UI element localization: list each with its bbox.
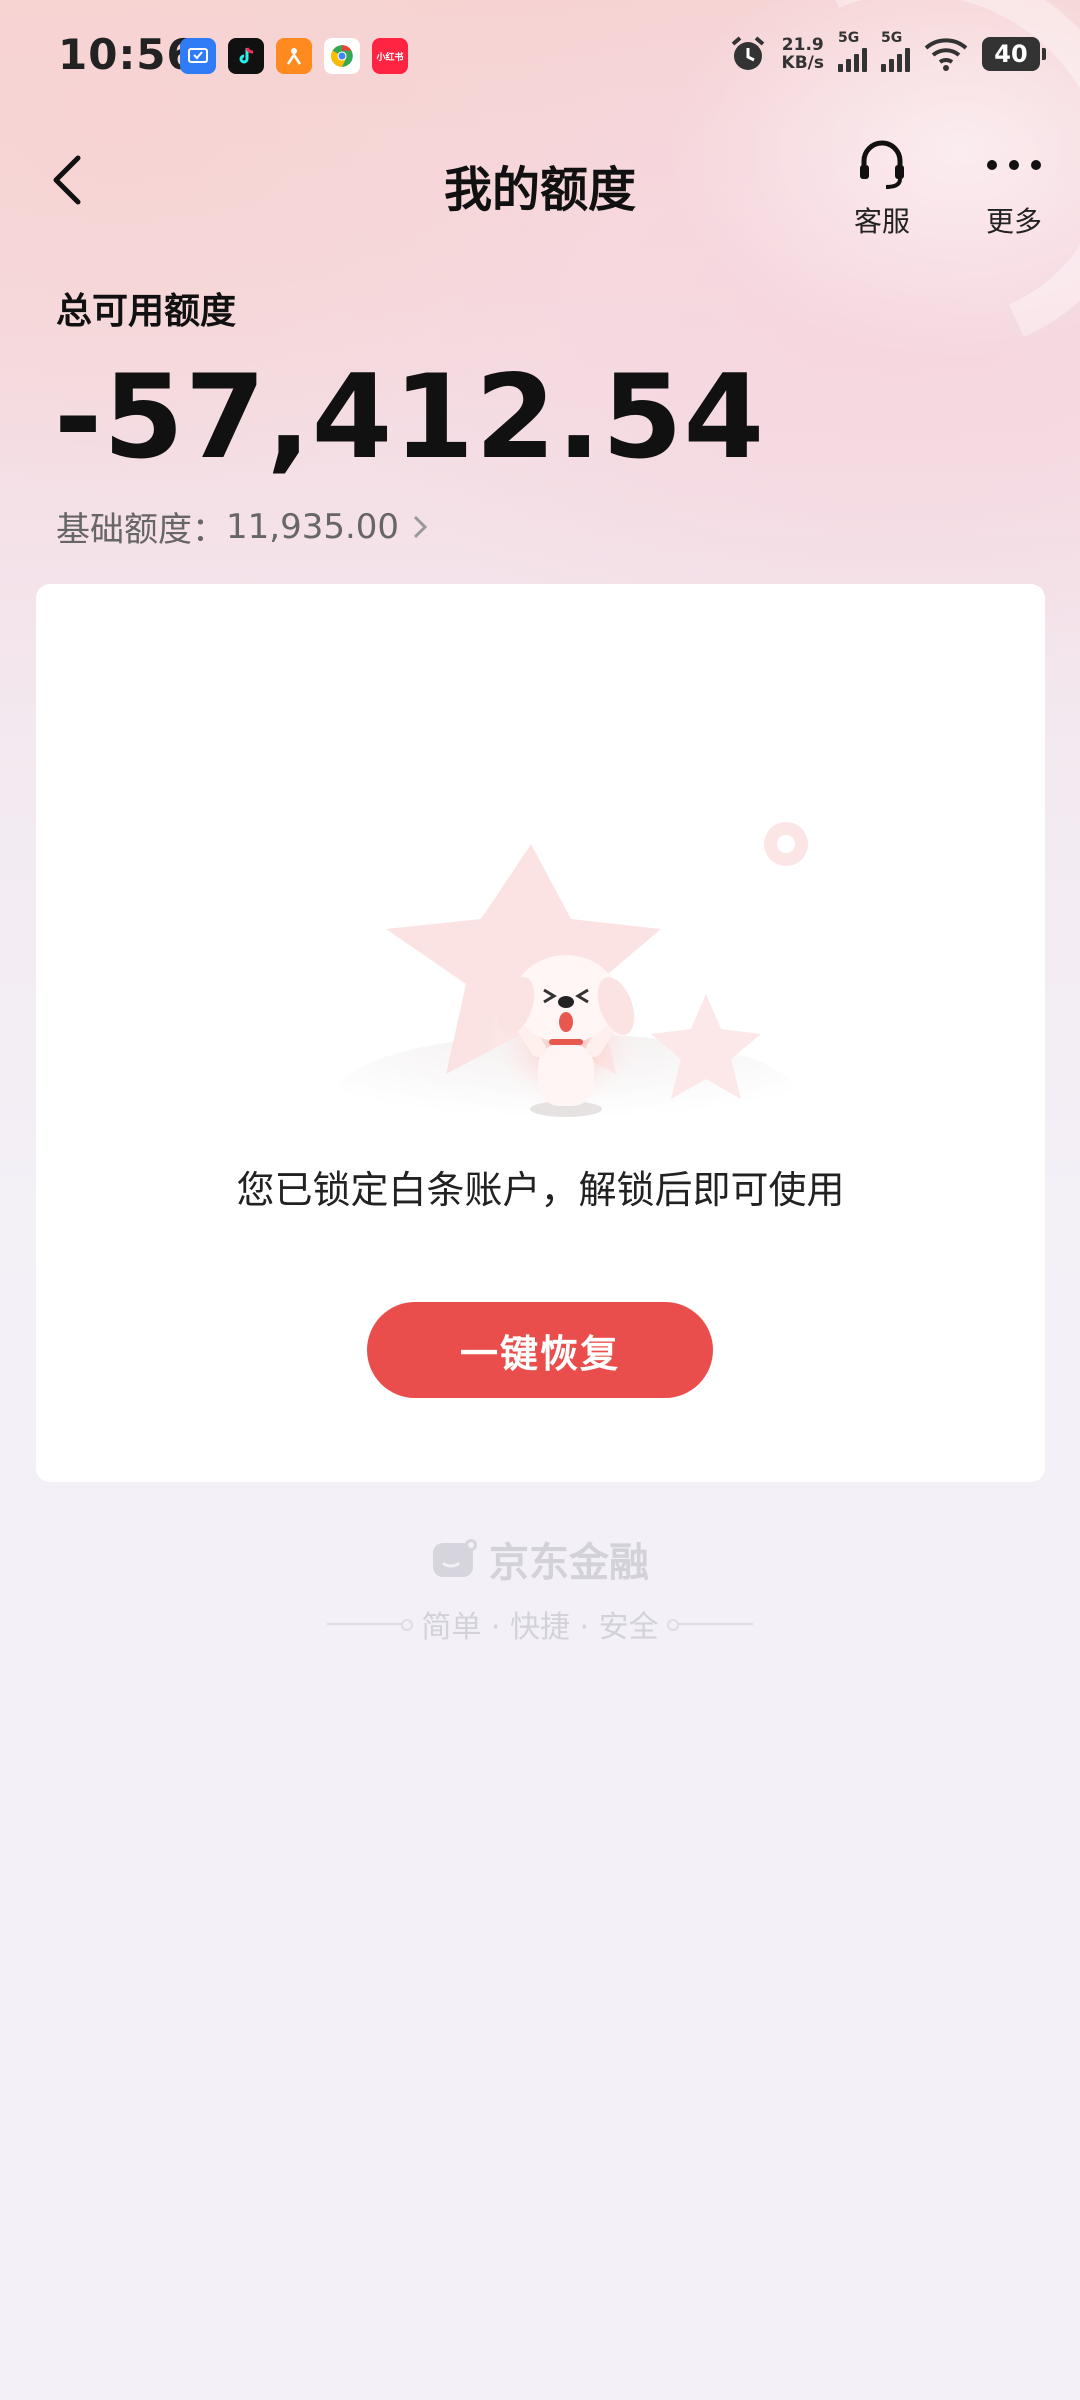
one-click-restore-button[interactable]: 一键恢复 [367, 1302, 713, 1398]
network-speed-unit: KB/s [781, 53, 824, 73]
headset-icon [860, 140, 904, 189]
signal-1-label: 5G [838, 30, 860, 46]
wifi-icon [924, 38, 968, 71]
customer-service-label: 客服 [853, 205, 910, 238]
brand-logo: 京东金融 [0, 1530, 1080, 1588]
xiaohongshu-icon: 小红书 [372, 38, 408, 74]
battery-icon: 40 [982, 37, 1046, 71]
notification-icons: 小红书 [180, 38, 408, 74]
brand-footer: 京东金融 简单 · 快捷 · 安全 [0, 1530, 1080, 1646]
message-app-icon [180, 38, 216, 74]
chevron-right-icon [413, 515, 428, 538]
signal-2-icon: 5G [881, 30, 910, 72]
total-quota-value: -57,412.54 [54, 350, 766, 485]
slogan-text: 简单 · 快捷 · 安全 [421, 1610, 659, 1645]
locked-message: 您已锁定白条账户，解锁后即可使用 [236, 1168, 845, 1212]
network-speed-value: 21.9 [781, 35, 824, 55]
brand-name: 京东金融 [489, 1540, 649, 1586]
more-label: 更多 [985, 205, 1042, 238]
status-time: 10:56 [58, 30, 197, 79]
alarm-icon [731, 36, 764, 70]
nav-bar: 我的额度 客服 更多 [0, 120, 1080, 240]
divider-line [327, 1619, 414, 1631]
taobao-icon [276, 38, 312, 74]
mascot-dog-illustration [336, 822, 808, 1134]
jd-finance-logo-icon [433, 1539, 477, 1577]
network-speed: 21.9 KB/s [782, 36, 824, 72]
signal-1-icon: 5G [838, 30, 867, 72]
status-bar: 10:56 小红书 21.9 KB/s 5G 5G 40 [0, 0, 1080, 110]
more-button[interactable]: 更多 [964, 130, 1064, 240]
divider-line [666, 1619, 753, 1631]
locked-account-card: 您已锁定白条账户，解锁后即可使用 一键恢复 [36, 584, 1045, 1482]
douyin-icon [228, 38, 264, 74]
base-quota-value: 11,935.00 [226, 506, 400, 547]
system-icons: 21.9 KB/s 5G 5G 40 [728, 30, 1046, 74]
chrome-icon [324, 38, 360, 74]
total-quota-label: 总可用额度 [56, 291, 237, 332]
base-quota-label: 基础额度： [56, 510, 226, 550]
more-dots-icon [987, 160, 1041, 170]
brand-slogan: 简单 · 快捷 · 安全 [0, 1602, 1080, 1646]
base-quota-link[interactable]: 基础额度： 11,935.00 [56, 502, 429, 551]
signal-2-label: 5G [881, 30, 903, 46]
customer-service-button[interactable]: 客服 [832, 130, 932, 240]
